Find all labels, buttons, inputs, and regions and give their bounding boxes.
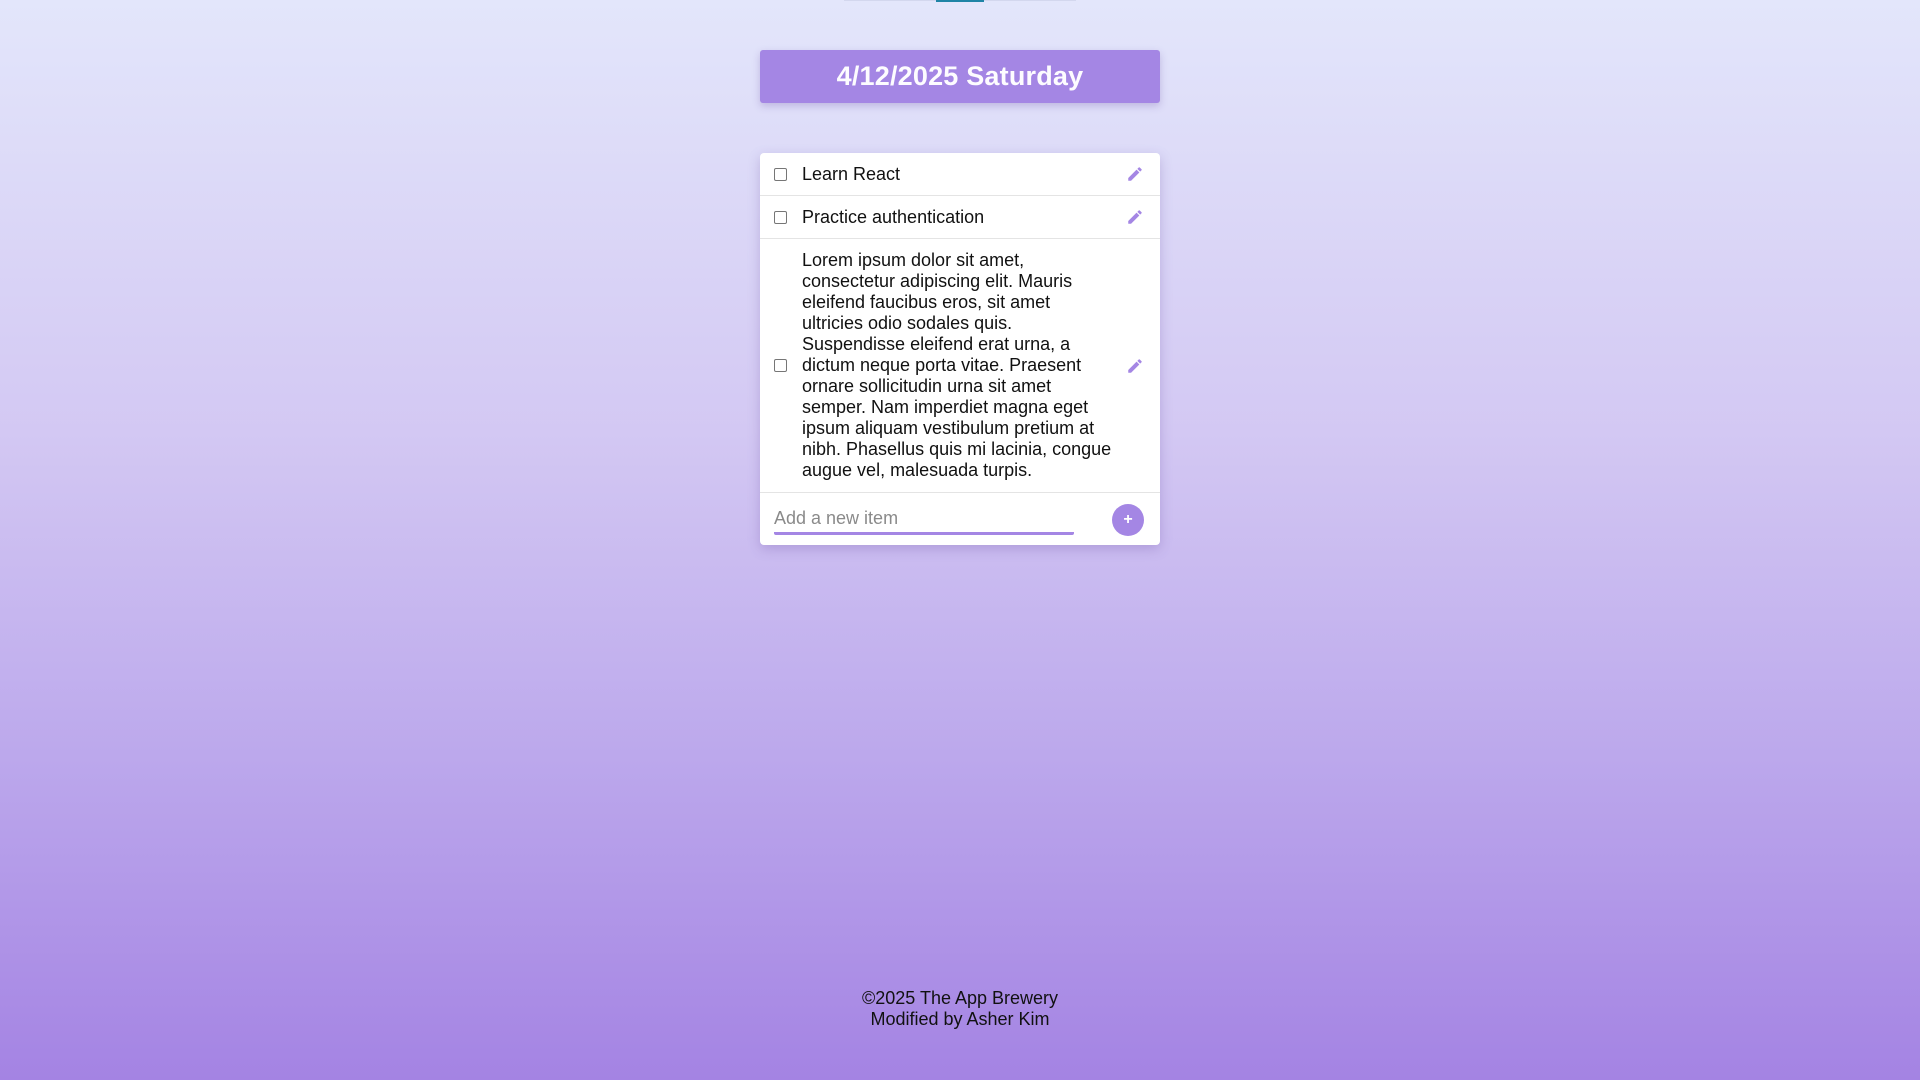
add-item-form: + (760, 493, 1160, 545)
todo-checkbox[interactable] (774, 359, 787, 372)
todo-list: Learn React Practice authentication Lore… (760, 153, 1160, 545)
todo-checkbox[interactable] (774, 210, 787, 224)
pencil-icon[interactable] (1124, 355, 1146, 377)
todo-item: Learn React (760, 153, 1160, 196)
footer: ©2025 The App Brewery Modified by Asher … (0, 988, 1920, 1030)
date-heading: 4/12/2025 Saturday (836, 61, 1084, 91)
pencil-icon[interactable] (1124, 163, 1146, 185)
todo-item-title: Learn React (802, 163, 901, 184)
todo-item-title: Practice authentication (802, 206, 985, 227)
new-item-input[interactable] (774, 503, 1074, 535)
add-item-button[interactable]: + (1112, 504, 1144, 536)
pencil-icon[interactable] (1124, 206, 1146, 228)
footer-copyright: ©2025 The App Brewery (861, 988, 1059, 1008)
todo-item: Lorem ipsum dolor sit amet, consectetur … (760, 239, 1160, 493)
todo-item-title: Lorem ipsum dolor sit amet, consectetur … (802, 250, 1112, 480)
todo-checkbox[interactable] (774, 167, 787, 181)
top-nav (0, 0, 1920, 2)
todo-item: Practice authentication (760, 196, 1160, 239)
footer-modified: Modified by Asher Kim (870, 1009, 1050, 1029)
date-header: 4/12/2025 Saturday (760, 50, 1160, 103)
nav-active-indicator[interactable] (936, 0, 984, 2)
